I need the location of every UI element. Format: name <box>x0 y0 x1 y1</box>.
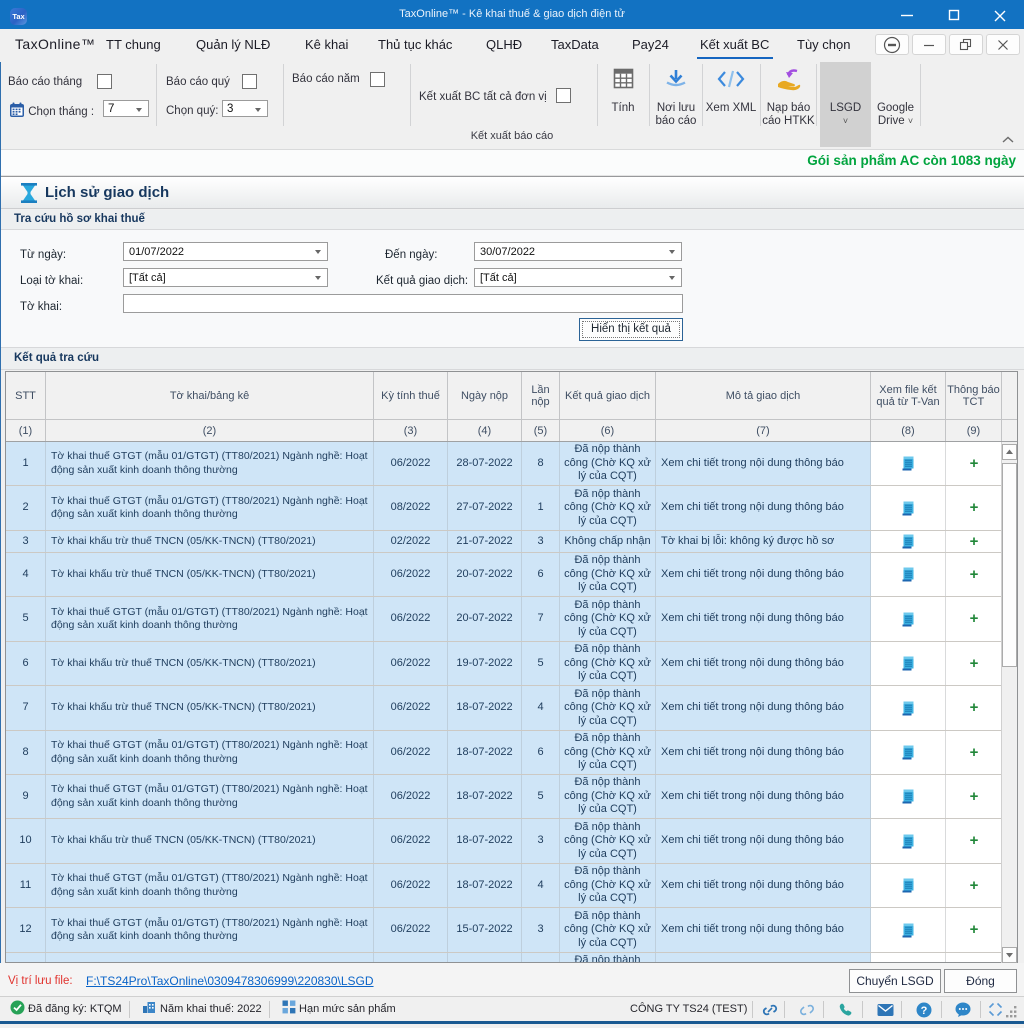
svg-text:?: ? <box>921 1005 928 1017</box>
